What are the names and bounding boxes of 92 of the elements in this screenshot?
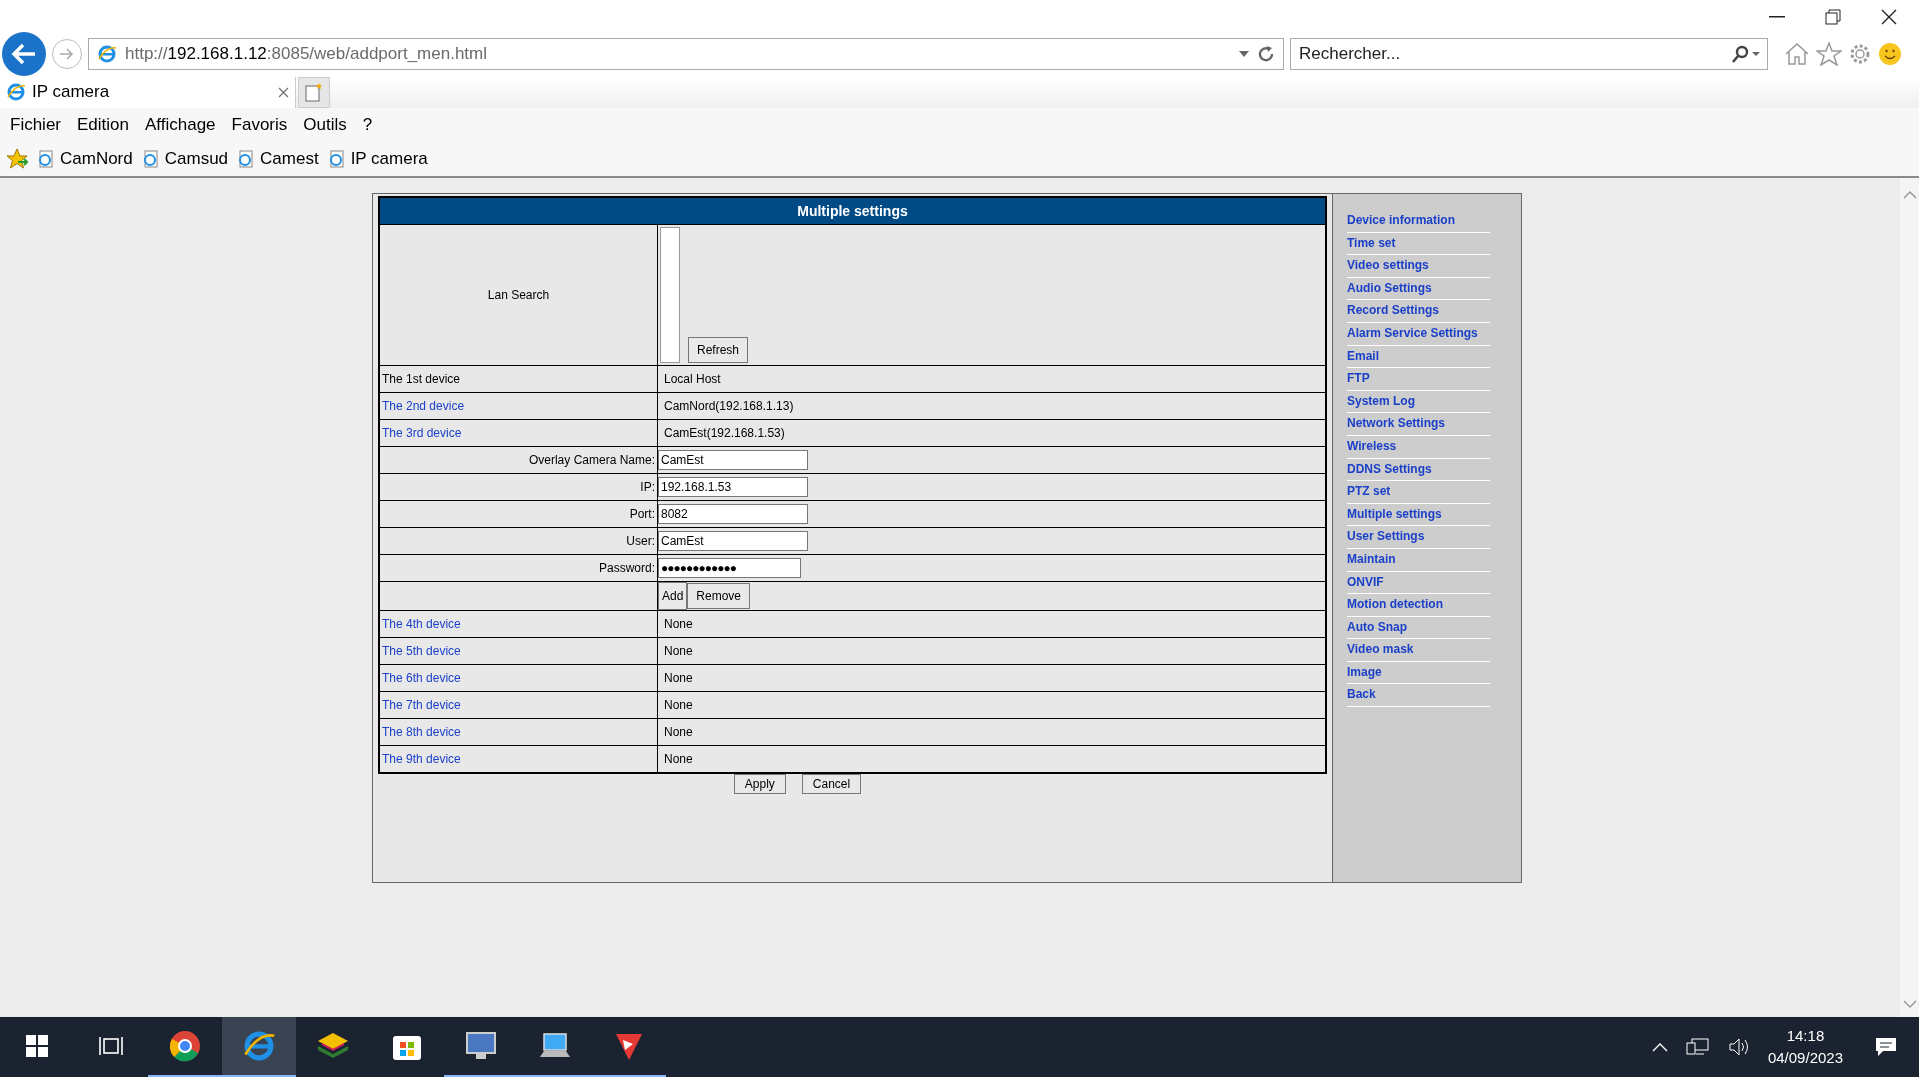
sidebar-link[interactable]: Video mask bbox=[1347, 639, 1490, 662]
table-title: Multiple settings bbox=[379, 197, 1326, 225]
device-link[interactable]: The 5th device bbox=[379, 637, 658, 665]
close-icon[interactable] bbox=[1881, 9, 1897, 26]
device-list-box[interactable] bbox=[660, 227, 680, 363]
restore-icon[interactable] bbox=[1825, 9, 1841, 26]
favorite-link[interactable]: Camest bbox=[260, 148, 319, 169]
text-field[interactable]: CamEst bbox=[658, 531, 808, 551]
sidebar-link[interactable]: Alarm Service Settings bbox=[1347, 322, 1490, 346]
monitor-app-icon[interactable] bbox=[464, 1030, 498, 1062]
back-button[interactable] bbox=[2, 31, 46, 76]
cancel-button[interactable]: Cancel bbox=[801, 774, 862, 794]
favorite-link[interactable]: Camsud bbox=[164, 148, 229, 169]
minimize-icon[interactable] bbox=[1769, 16, 1785, 19]
sidebar-link[interactable]: Time set bbox=[1347, 232, 1490, 256]
field-label: Overlay Camera Name: bbox=[379, 446, 658, 474]
add-button[interactable]: Add bbox=[658, 582, 688, 610]
refresh-icon[interactable] bbox=[1257, 44, 1275, 63]
arrow-left-icon[interactable] bbox=[11, 42, 37, 65]
device-link[interactable]: The 4th device bbox=[379, 610, 658, 638]
home-icon[interactable] bbox=[1784, 41, 1810, 66]
chevron-up-icon[interactable] bbox=[1651, 1042, 1668, 1052]
sidebar-link[interactable]: Back bbox=[1347, 684, 1490, 708]
dropdown-caret-icon[interactable] bbox=[1239, 50, 1249, 57]
browser-app-icon[interactable] bbox=[242, 1029, 276, 1063]
sidebar-link[interactable]: Maintain bbox=[1347, 548, 1490, 572]
device-link[interactable]: The 3rd device bbox=[379, 419, 658, 447]
smiley-icon[interactable] bbox=[1878, 41, 1902, 66]
layers-app-icon[interactable] bbox=[316, 1031, 350, 1061]
sidebar-link[interactable]: User Settings bbox=[1347, 526, 1490, 549]
search-field[interactable]: Rechercher... bbox=[1290, 37, 1768, 70]
sidebar-link[interactable]: Video settings bbox=[1347, 255, 1490, 278]
scroll-up-icon[interactable] bbox=[1902, 190, 1917, 199]
browser-page-icon bbox=[6, 82, 26, 103]
sidebar-link[interactable]: Motion detection bbox=[1347, 594, 1490, 617]
speaker-icon[interactable] bbox=[1727, 1037, 1750, 1057]
page-icon bbox=[36, 148, 56, 169]
favorite-link[interactable]: IP camera bbox=[350, 148, 428, 169]
menu-item[interactable]: Edition bbox=[77, 114, 129, 135]
field-label: Password: bbox=[379, 554, 658, 582]
text-field[interactable]: CamEst bbox=[658, 450, 808, 470]
sidebar-link[interactable]: System Log bbox=[1347, 390, 1490, 414]
sidebar-link[interactable]: PTZ set bbox=[1347, 481, 1490, 504]
sidebar-link[interactable]: Multiple settings bbox=[1347, 503, 1490, 527]
notification-icon[interactable] bbox=[1875, 1037, 1897, 1057]
sidebar-link[interactable]: Email bbox=[1347, 345, 1490, 369]
menu-item[interactable]: Affichage bbox=[145, 114, 216, 135]
chrome-app-icon[interactable] bbox=[168, 1029, 202, 1063]
network-icon[interactable] bbox=[1685, 1037, 1710, 1057]
task-view-icon[interactable] bbox=[99, 1035, 123, 1057]
windows-start-icon[interactable] bbox=[26, 1035, 48, 1057]
sidebar-link[interactable]: Wireless bbox=[1347, 435, 1490, 459]
sidebar-link[interactable]: FTP bbox=[1347, 368, 1490, 391]
favorite-link[interactable]: CamNord bbox=[60, 148, 133, 169]
sidebar-link[interactable]: Image bbox=[1347, 661, 1490, 685]
menu-item[interactable]: Outils bbox=[303, 114, 347, 135]
device-label: The 1st device bbox=[379, 365, 658, 393]
sidebar-link[interactable]: Record Settings bbox=[1347, 300, 1490, 323]
device-link[interactable]: The 6th device bbox=[379, 664, 658, 692]
address-field[interactable]: http://192.168.1.12:8085/web/addport_men.html bbox=[88, 37, 1284, 70]
sidebar-link[interactable]: Auto Snap bbox=[1347, 616, 1490, 640]
scroll-down-icon[interactable] bbox=[1902, 1000, 1917, 1009]
field-label: IP: bbox=[379, 473, 658, 501]
menu-item[interactable]: Fichier bbox=[10, 114, 61, 135]
remove-button[interactable]: Remove bbox=[687, 583, 751, 609]
clock-time[interactable]: 14:18 bbox=[1786, 1025, 1825, 1047]
field-label: User: bbox=[379, 527, 658, 555]
sidebar-link[interactable]: DDNS Settings bbox=[1347, 458, 1490, 482]
favorites-star-icon[interactable] bbox=[6, 147, 28, 170]
scrollbar[interactable] bbox=[1900, 178, 1919, 1017]
password-field[interactable]: ●●●●●●●●●●●● bbox=[658, 558, 801, 578]
text-field[interactable]: 8082 bbox=[658, 504, 808, 524]
browser-tab[interactable]: IP camera bbox=[0, 76, 296, 109]
apply-button[interactable]: Apply bbox=[733, 774, 786, 794]
device-link[interactable]: The 2nd device bbox=[379, 392, 658, 420]
lan-search-label: Lan Search bbox=[379, 224, 658, 366]
star-icon[interactable] bbox=[1816, 41, 1842, 66]
refresh-button[interactable]: Refresh bbox=[688, 337, 749, 363]
device-link[interactable]: The 8th device bbox=[379, 718, 658, 746]
sidebar-link[interactable]: Network Settings bbox=[1347, 413, 1490, 436]
sidebar-link[interactable]: Device information bbox=[1347, 210, 1490, 233]
menu-item[interactable]: Favoris bbox=[231, 114, 288, 135]
clock-date[interactable]: 04/09/2023 bbox=[1767, 1047, 1843, 1069]
sidebar-link[interactable]: Audio Settings bbox=[1347, 277, 1490, 301]
field-label: Port: bbox=[379, 500, 658, 528]
device-link[interactable]: The 7th device bbox=[379, 691, 658, 719]
search-icon[interactable] bbox=[1732, 44, 1760, 63]
sidebar-link[interactable]: ONVIF bbox=[1347, 571, 1490, 595]
text-field[interactable]: 192.168.1.53 bbox=[658, 477, 808, 497]
menu-item[interactable]: ? bbox=[362, 114, 373, 135]
device-link[interactable]: The 9th device bbox=[379, 745, 658, 773]
browser-page-icon bbox=[97, 43, 117, 64]
